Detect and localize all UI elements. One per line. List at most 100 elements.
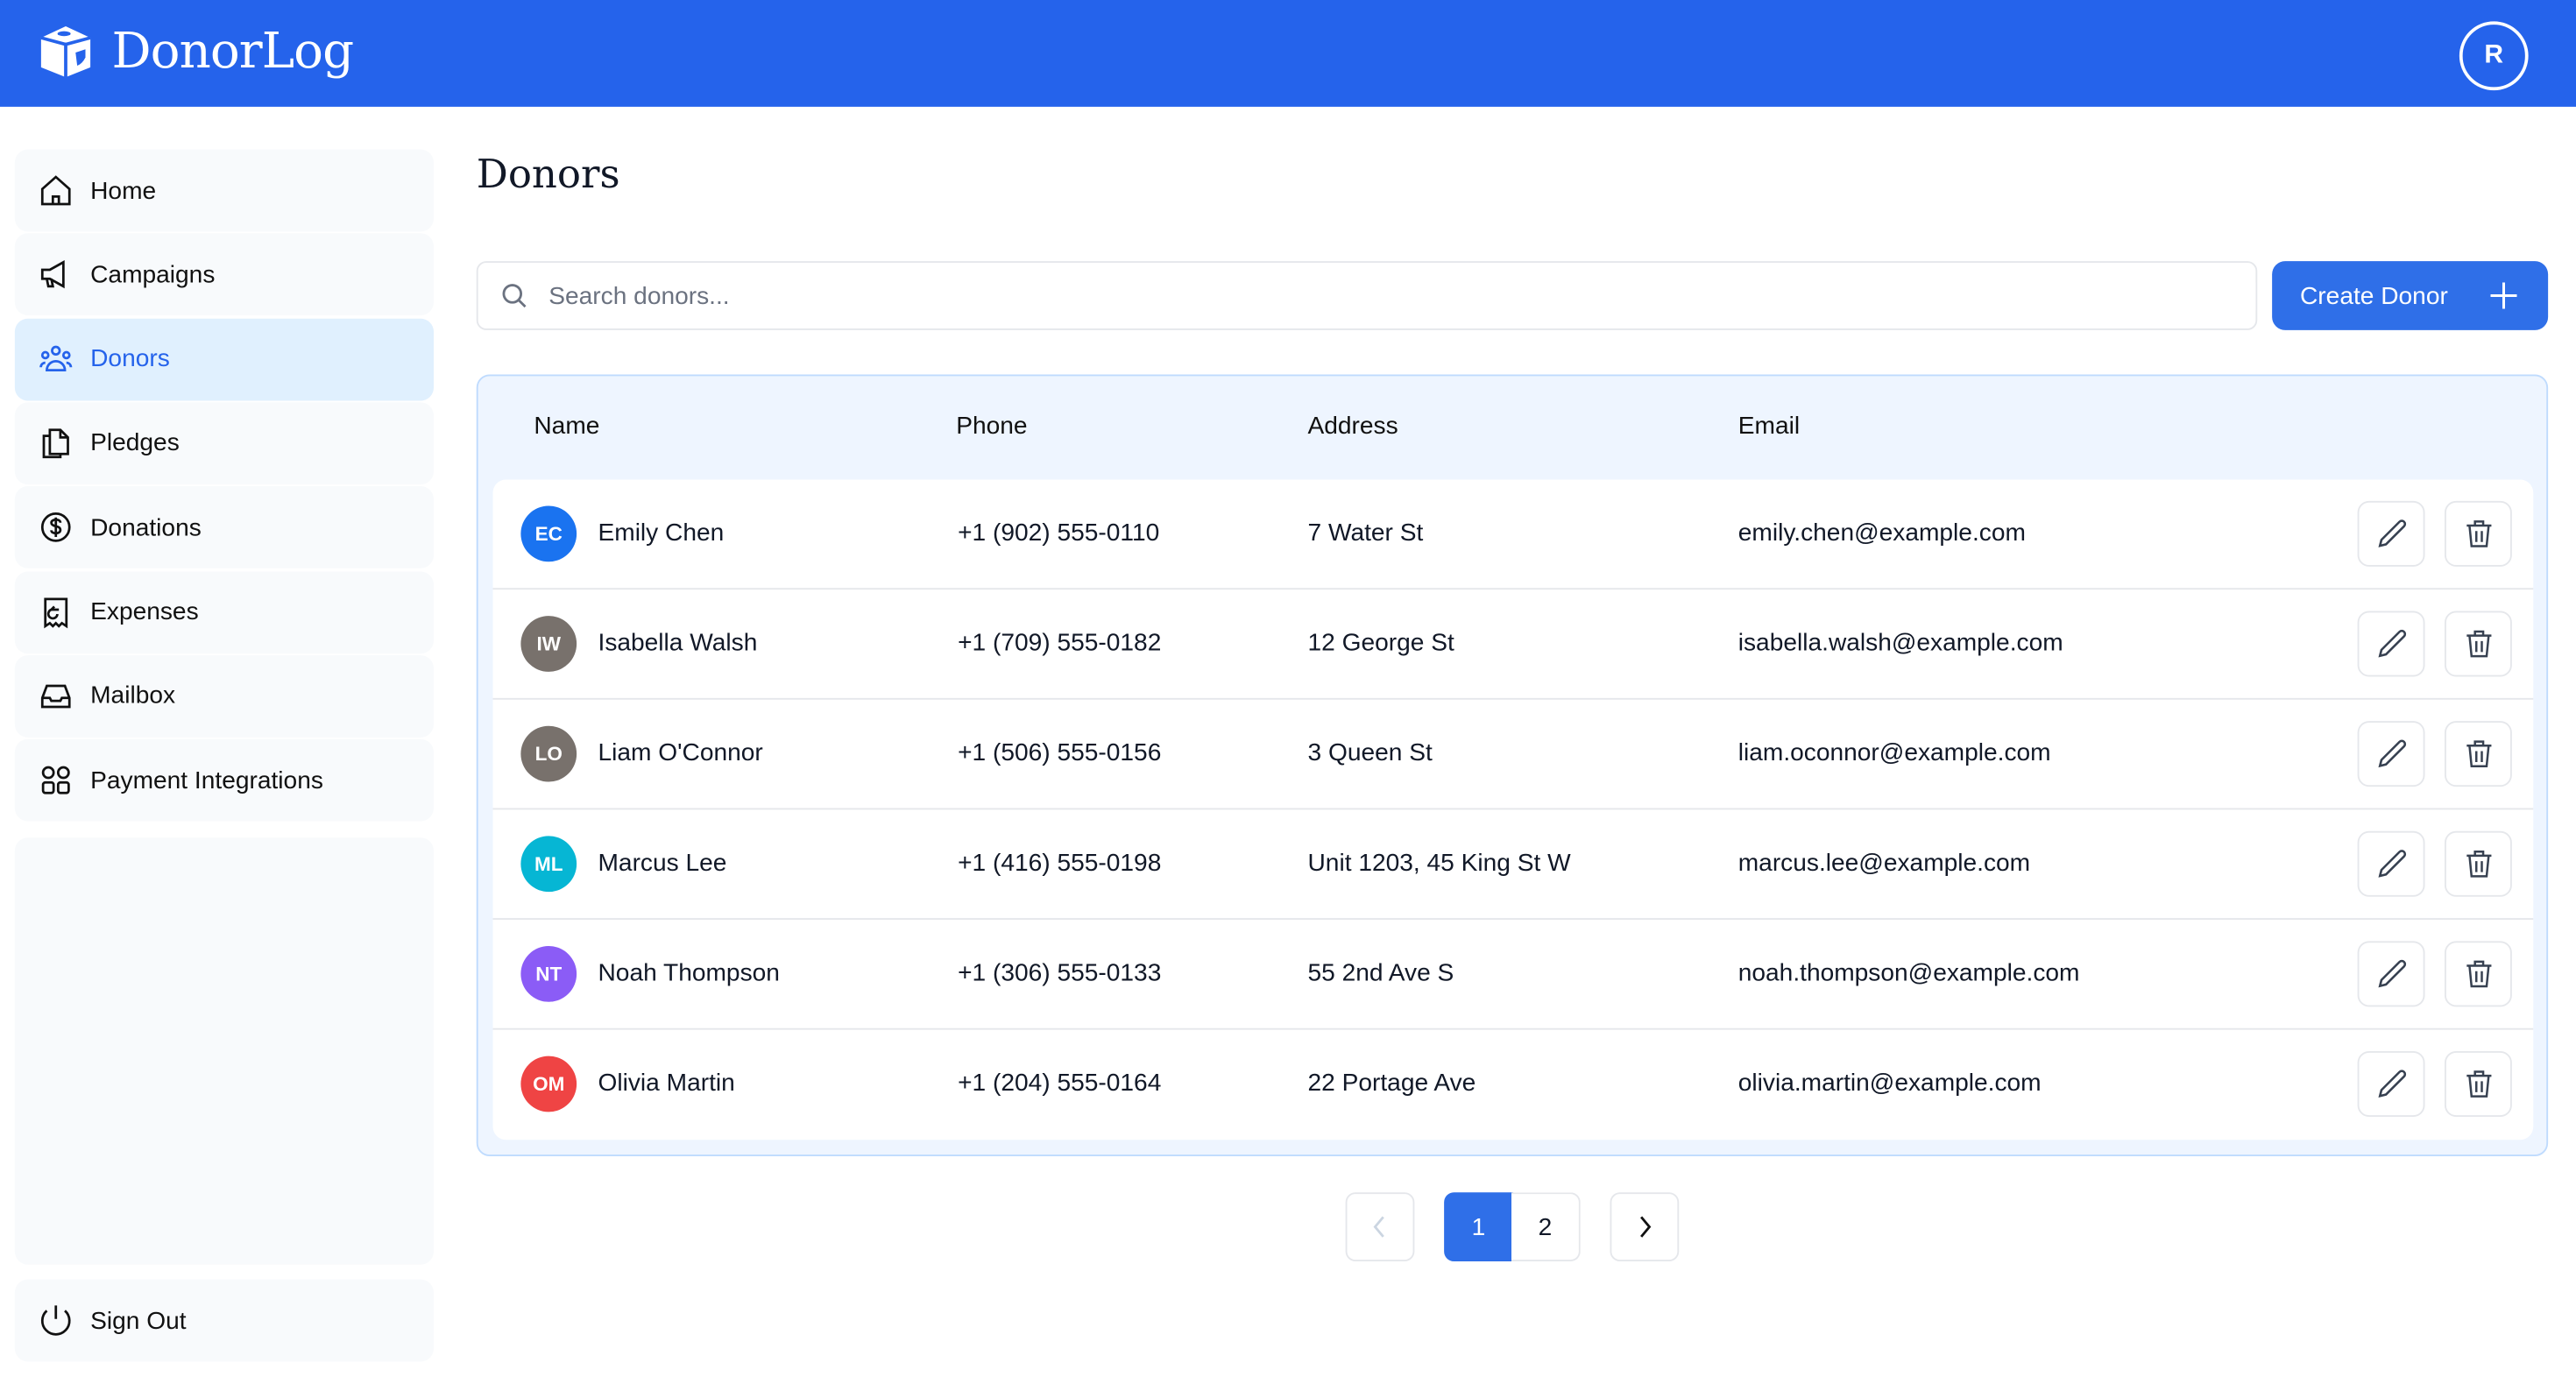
column-header-address: Address — [1307, 412, 1398, 441]
column-header-email: Email — [1737, 412, 1801, 441]
table-row: IW Isabella Walsh +1 (709) 555-0182 12 G… — [492, 590, 2534, 700]
grid-icon — [41, 766, 70, 794]
donor-address: Unit 1203, 45 King St W — [1307, 849, 1571, 878]
edit-button[interactable] — [2357, 611, 2425, 677]
donor-name: Isabella Walsh — [598, 629, 758, 657]
page-2-button[interactable]: 2 — [1511, 1192, 1581, 1261]
donor-phone: +1 (506) 555-0156 — [958, 738, 1162, 767]
donor-avatar: NT — [520, 946, 577, 1002]
donor-address: 3 Queen St — [1307, 738, 1433, 767]
user-avatar[interactable]: R — [2459, 21, 2529, 91]
chevron-right-icon — [1640, 1216, 1652, 1238]
delete-button[interactable] — [2445, 611, 2512, 677]
next-page-button[interactable] — [1610, 1192, 1680, 1261]
donor-email: emily.chen@example.com — [1737, 519, 2026, 547]
donor-phone: +1 (902) 555-0110 — [958, 519, 1160, 547]
donor-name: Noah Thompson — [598, 959, 780, 987]
documents-icon — [42, 428, 69, 458]
donor-avatar: ML — [520, 836, 577, 893]
page-title: Donors — [476, 151, 620, 198]
sidebar-item-donors[interactable]: Donors — [14, 317, 434, 400]
sidebar-item-mailbox[interactable]: Mailbox — [14, 654, 434, 738]
table-body: EC Emily Chen +1 (902) 555-0110 7 Water … — [492, 479, 2534, 1140]
donor-address: 7 Water St — [1307, 519, 1424, 547]
sidebar-item-payment-integrations[interactable]: Payment Integrations — [14, 738, 434, 822]
donor-email: marcus.lee@example.com — [1737, 849, 2031, 878]
inbox-icon — [40, 684, 71, 709]
pencil-icon — [2377, 629, 2406, 658]
app-title: DonorLog — [111, 22, 355, 80]
sidebar-item-campaigns[interactable]: Campaigns — [14, 233, 434, 316]
donor-email: olivia.martin@example.com — [1737, 1069, 2042, 1098]
delete-button[interactable] — [2445, 721, 2512, 787]
delete-button[interactable] — [2445, 500, 2512, 567]
donor-address: 12 George St — [1307, 629, 1454, 657]
home-icon — [40, 175, 71, 206]
sidebar-item-label: Pledges — [90, 429, 180, 457]
page-1-button[interactable]: 1 — [1444, 1192, 1513, 1261]
power-icon — [40, 1305, 71, 1336]
sidebar-item-expenses[interactable]: Expenses — [14, 570, 434, 653]
create-donor-button[interactable]: Create Donor — [2272, 261, 2549, 330]
donor-name: Liam O'Connor — [598, 738, 763, 767]
trash-icon — [2466, 630, 2491, 658]
app-header: DonorLog R — [0, 0, 2576, 107]
delete-button[interactable] — [2445, 941, 2512, 1007]
chevron-left-icon — [1373, 1216, 1384, 1238]
donor-avatar: LO — [520, 725, 577, 782]
dollar-icon — [40, 512, 71, 543]
edit-button[interactable] — [2357, 500, 2425, 567]
trash-icon — [2466, 520, 2491, 547]
donor-address: 22 Portage Ave — [1307, 1069, 1476, 1098]
table-row: LO Liam O'Connor +1 (506) 555-0156 3 Que… — [492, 700, 2534, 810]
donor-phone: +1 (416) 555-0198 — [958, 849, 1162, 878]
sidebar-item-label: Mailbox — [90, 681, 176, 710]
previous-page-button[interactable] — [1345, 1192, 1415, 1261]
sidebar-item-label: Donors — [90, 344, 170, 373]
table-row: ML Marcus Lee +1 (416) 555-0198 Unit 120… — [492, 809, 2534, 920]
plus-icon — [2490, 282, 2517, 309]
edit-button[interactable] — [2357, 721, 2425, 787]
donor-name: Marcus Lee — [598, 849, 727, 878]
edit-button[interactable] — [2357, 941, 2425, 1007]
ballot-box-icon — [40, 26, 91, 78]
sign-out-button[interactable]: Sign Out — [14, 1279, 434, 1362]
donor-address: 55 2nd Ave S — [1307, 959, 1454, 987]
megaphone-icon — [40, 260, 65, 289]
create-donor-label: Create Donor — [2300, 281, 2448, 310]
donor-phone: +1 (306) 555-0133 — [958, 959, 1162, 987]
edit-button[interactable] — [2357, 1051, 2425, 1117]
column-header-name: Name — [534, 412, 600, 441]
sidebar-item-label: Home — [90, 176, 157, 205]
table-row: EC Emily Chen +1 (902) 555-0110 7 Water … — [492, 480, 2534, 590]
sidebar-item-pledges[interactable]: Pledges — [14, 402, 434, 484]
delete-button[interactable] — [2445, 830, 2512, 897]
delete-button[interactable] — [2445, 1051, 2512, 1117]
donor-email: noah.thompson@example.com — [1737, 959, 2080, 987]
trash-icon — [2466, 850, 2491, 878]
sidebar-item-donations[interactable]: Donations — [14, 486, 434, 569]
search-input[interactable] — [548, 281, 2256, 310]
receipt-icon — [44, 597, 68, 628]
edit-button[interactable] — [2357, 830, 2425, 897]
column-header-phone: Phone — [956, 412, 1028, 441]
sign-out-label: Sign Out — [90, 1306, 187, 1335]
trash-icon — [2466, 1070, 2491, 1098]
logo[interactable]: DonorLog — [36, 21, 355, 81]
users-icon — [39, 344, 73, 371]
sidebar-item-label: Campaigns — [90, 260, 216, 289]
donor-email: isabella.walsh@example.com — [1737, 629, 2063, 657]
pencil-icon — [2377, 850, 2406, 878]
pencil-icon — [2377, 519, 2406, 547]
table-row: OM Olivia Martin +1 (204) 555-0164 22 Po… — [493, 1030, 2534, 1140]
sidebar-spacer — [14, 837, 434, 1265]
donors-table: Name Phone Address Email EC Emily Chen +… — [476, 374, 2549, 1156]
search-bar — [476, 261, 2258, 330]
donor-avatar: IW — [520, 616, 577, 672]
trash-icon — [2466, 960, 2491, 988]
table-row: NT Noah Thompson +1 (306) 555-0133 55 2n… — [492, 920, 2534, 1030]
sidebar-item-home[interactable]: Home — [14, 149, 434, 232]
donor-email: liam.oconnor@example.com — [1737, 738, 2051, 767]
donor-name: Olivia Martin — [598, 1069, 735, 1098]
search-icon — [502, 284, 527, 308]
